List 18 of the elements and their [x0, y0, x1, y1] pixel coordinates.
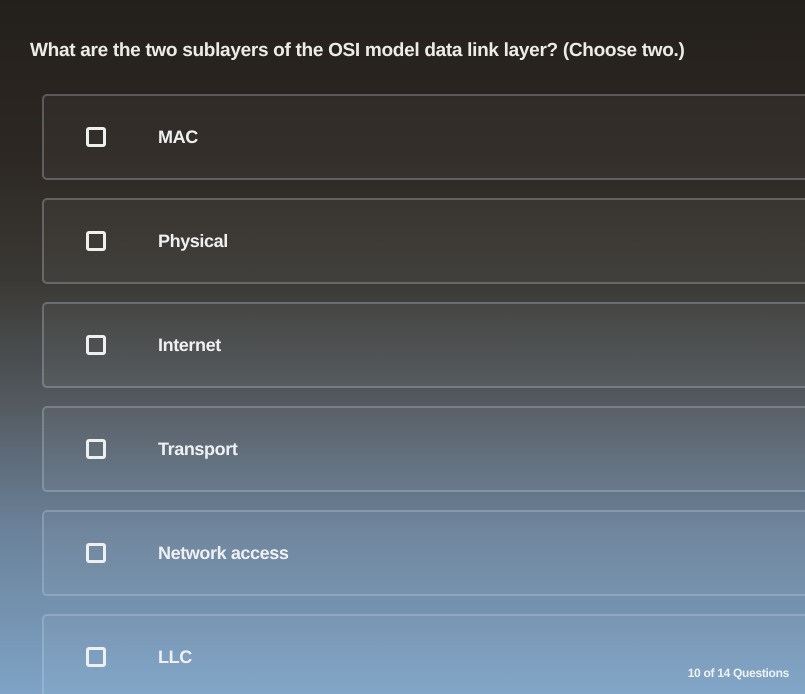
checkbox[interactable] [86, 439, 106, 459]
checkbox[interactable] [86, 647, 106, 667]
option-label: Transport [158, 438, 238, 460]
option-card[interactable]: Physical [42, 198, 805, 284]
question-text: What are the two sublayers of the OSI model data link layer? (Choose two.) [30, 39, 685, 63]
option-label: Physical [158, 230, 228, 252]
option-label: MAC [158, 126, 198, 148]
option-card[interactable]: MAC [42, 94, 805, 180]
checkbox[interactable] [86, 127, 106, 147]
option-label: Internet [158, 334, 221, 356]
checkbox[interactable] [86, 543, 106, 563]
checkbox[interactable] [86, 335, 106, 355]
option-card[interactable]: Internet [42, 302, 805, 388]
progress-text: 10 of 14 Questions [688, 666, 789, 680]
option-card[interactable]: Transport [42, 406, 805, 492]
option-label: Network access [158, 542, 288, 564]
checkbox[interactable] [86, 231, 106, 251]
option-label: LLC [158, 646, 192, 668]
